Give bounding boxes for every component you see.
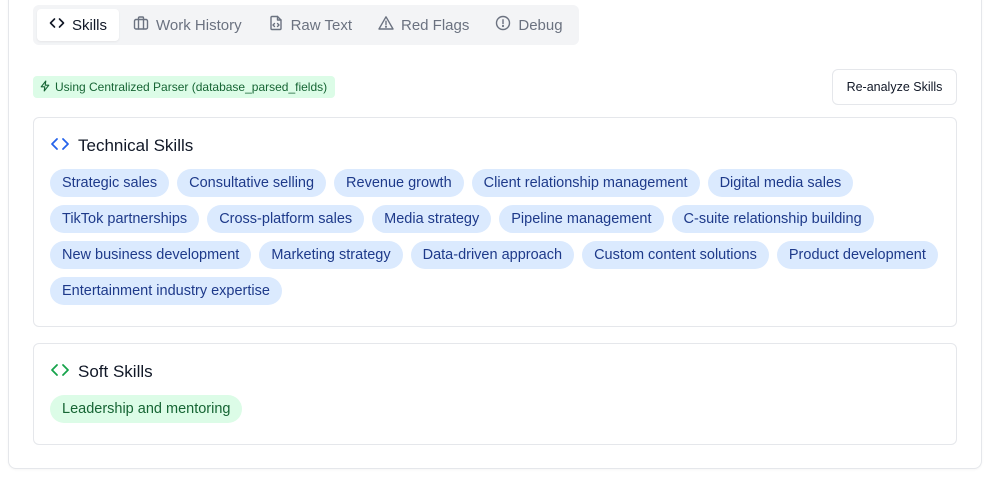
soft-skills-header: Soft Skills <box>50 360 940 384</box>
file-icon <box>268 15 284 35</box>
reanalyze-skills-button[interactable]: Re-analyze Skills <box>832 69 957 105</box>
tab-label: Raw Text <box>290 16 352 34</box>
code-icon <box>50 134 70 159</box>
parser-status-text: Using Centralized Parser (database_parse… <box>55 80 328 94</box>
alert-circle-icon <box>495 15 511 35</box>
skill-chip: TikTok partnerships <box>50 205 200 233</box>
technical-skills-list: Strategic sales Consultative selling Reven… <box>50 169 940 305</box>
soft-skills-title: Soft Skills <box>78 362 153 381</box>
tab-skills[interactable]: Skills <box>37 9 120 41</box>
skill-chip: Client relationship management <box>471 169 700 197</box>
briefcase-icon <box>133 15 149 35</box>
skill-chip: Data-driven approach <box>410 241 575 269</box>
skill-chip: Product development <box>776 241 938 269</box>
skill-chip: Cross-platform sales <box>207 205 365 233</box>
skill-chip: Leadership and mentoring <box>50 395 243 423</box>
technical-skills-card: Technical Skills Strategic sales Consulta… <box>33 117 957 327</box>
skill-chip: C-suite relationship building <box>671 205 874 233</box>
skill-chip: Digital media sales <box>707 169 854 197</box>
skill-chip: Marketing strategy <box>259 241 403 269</box>
skill-chip: Strategic sales <box>50 169 170 197</box>
skill-chip: Pipeline management <box>499 205 664 233</box>
skill-chip: Custom content solutions <box>582 241 769 269</box>
code-icon <box>50 360 70 385</box>
tab-raw-text[interactable]: Raw Text <box>256 9 364 41</box>
tab-debug[interactable]: Debug <box>483 9 574 41</box>
lightning-icon <box>39 79 51 95</box>
skill-chip: Revenue growth <box>334 169 464 197</box>
tab-label: Skills <box>72 16 108 34</box>
tab-red-flags[interactable]: Red Flags <box>366 9 481 41</box>
parser-status-badge: Using Centralized Parser (database_parse… <box>33 76 336 98</box>
warning-icon <box>378 15 394 35</box>
skill-chip: New business development <box>50 241 252 269</box>
tab-bar: Skills Work History Raw Text Red Flags D… <box>33 5 579 45</box>
skill-chip: Consultative selling <box>177 169 327 197</box>
soft-skills-card: Soft Skills Leadership and mentoring <box>33 343 957 445</box>
skill-chip: Entertainment industry expertise <box>50 277 282 305</box>
tab-work-history[interactable]: Work History <box>121 9 254 41</box>
technical-skills-header: Technical Skills <box>50 134 940 158</box>
soft-skills-list: Leadership and mentoring <box>50 395 940 423</box>
technical-skills-title: Technical Skills <box>78 136 194 155</box>
tab-label: Red Flags <box>401 16 470 34</box>
code-icon <box>49 15 65 35</box>
tab-label: Work History <box>156 16 242 34</box>
skill-chip: Media strategy <box>372 205 492 233</box>
tab-label: Debug <box>518 16 563 34</box>
